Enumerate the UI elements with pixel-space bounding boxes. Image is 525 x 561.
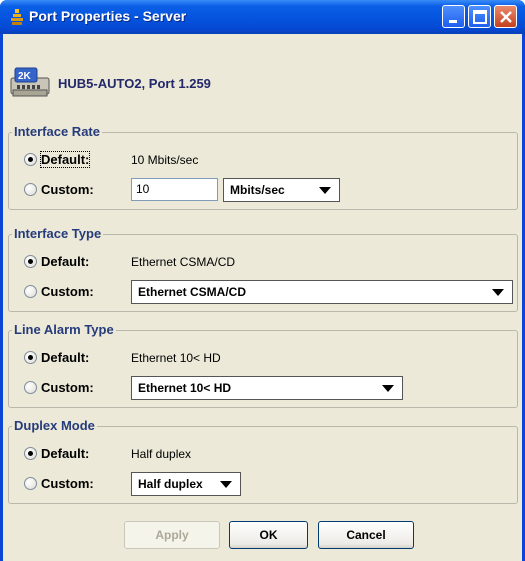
close-icon — [500, 11, 512, 23]
interface-type-custom-radio[interactable] — [24, 285, 37, 298]
duplex-default-value: Half duplex — [131, 447, 192, 461]
line-alarm-default-label[interactable]: Default: — [41, 350, 89, 365]
duplex-default-label[interactable]: Default: — [41, 446, 89, 461]
duplex-mode-group: Duplex Mode Default: Half duplex Custom:… — [8, 418, 518, 504]
close-button[interactable] — [494, 5, 517, 28]
line-alarm-default-row: Default: Ethernet 10< HD — [9, 345, 517, 371]
maximize-button[interactable] — [468, 5, 491, 28]
interface-rate-custom-label[interactable]: Custom: — [41, 182, 94, 197]
apply-button[interactable]: Apply — [124, 521, 220, 549]
interface-type-legend: Interface Type — [12, 226, 104, 241]
line-alarm-type-group: Line Alarm Type Default: Ethernet 10< HD… — [8, 322, 518, 408]
interface-rate-group: Interface Rate Default: 10 Mbits/sec Cus… — [8, 124, 518, 210]
dialog-window: Port Properties - Server 2K HUB5-AUTO2, … — [0, 0, 525, 561]
header-row: 2K HUB5-AUTO2, Port 1.259 — [3, 34, 522, 110]
interface-rate-unit-value: Mbits/sec — [230, 183, 285, 197]
chevron-down-icon — [220, 481, 232, 488]
interface-type-default-value: Ethernet CSMA/CD — [131, 255, 236, 269]
line-alarm-custom-radio[interactable] — [24, 381, 37, 394]
duplex-mode-legend: Duplex Mode — [12, 418, 97, 433]
interface-type-default-radio[interactable] — [24, 255, 37, 268]
interface-rate-default-radio[interactable] — [24, 153, 37, 166]
duplex-custom-row: Custom: Half duplex — [9, 471, 517, 497]
interface-type-default-row: Default: Ethernet CSMA/CD — [9, 249, 517, 275]
app-icon — [11, 9, 23, 25]
line-alarm-dropdown-value: Ethernet 10< HD — [138, 381, 232, 395]
chevron-down-icon — [382, 385, 394, 392]
interface-rate-legend: Interface Rate — [12, 124, 102, 139]
duplex-dropdown[interactable]: Half duplex — [131, 472, 241, 496]
line-alarm-dropdown[interactable]: Ethernet 10< HD — [131, 376, 403, 400]
duplex-custom-label[interactable]: Custom: — [41, 476, 94, 491]
cancel-button[interactable]: Cancel — [318, 521, 414, 549]
interface-rate-default-value: 10 Mbits/sec — [131, 153, 199, 167]
interface-type-default-label[interactable]: Default: — [41, 254, 89, 269]
line-alarm-custom-row: Custom: Ethernet 10< HD — [9, 375, 517, 401]
duplex-default-row: Default: Half duplex — [9, 441, 517, 467]
interface-type-custom-label[interactable]: Custom: — [41, 284, 94, 299]
interface-rate-default-label[interactable]: Default: — [39, 151, 91, 168]
interface-rate-custom-radio[interactable] — [24, 183, 37, 196]
dialog-content: 2K HUB5-AUTO2, Port 1.259 Interface Rate… — [3, 34, 522, 561]
minimize-button[interactable] — [442, 5, 465, 28]
duplex-dropdown-value: Half duplex — [138, 477, 203, 491]
interface-type-group: Interface Type Default: Ethernet CSMA/CD… — [8, 226, 518, 312]
interface-type-custom-row: Custom: Ethernet CSMA/CD — [9, 279, 517, 305]
line-alarm-default-radio[interactable] — [24, 351, 37, 364]
interface-rate-custom-input[interactable]: 10 — [131, 178, 218, 201]
window-title: Port Properties - Server — [29, 8, 187, 24]
chevron-down-icon — [492, 289, 504, 296]
maximize-icon — [473, 10, 487, 24]
interface-type-dropdown-value: Ethernet CSMA/CD — [138, 285, 247, 299]
interface-rate-custom-row: Custom: 10 Mbits/sec — [9, 177, 517, 203]
interface-type-dropdown[interactable]: Ethernet CSMA/CD — [131, 280, 513, 304]
line-alarm-type-legend: Line Alarm Type — [12, 322, 116, 337]
ok-button[interactable]: OK — [229, 521, 308, 549]
port-icon: 2K — [10, 67, 50, 97]
line-alarm-custom-label[interactable]: Custom: — [41, 380, 94, 395]
minimize-icon — [449, 20, 457, 23]
port-title: HUB5-AUTO2, Port 1.259 — [58, 76, 211, 91]
duplex-custom-radio[interactable] — [24, 477, 37, 490]
interface-rate-unit-dropdown[interactable]: Mbits/sec — [223, 178, 340, 202]
duplex-default-radio[interactable] — [24, 447, 37, 460]
chevron-down-icon — [319, 187, 331, 194]
interface-rate-default-row: Default: 10 Mbits/sec — [9, 147, 517, 173]
line-alarm-default-value: Ethernet 10< HD — [131, 351, 221, 365]
port-icon-label: 2K — [18, 71, 32, 82]
title-bar[interactable]: Port Properties - Server — [0, 0, 525, 34]
